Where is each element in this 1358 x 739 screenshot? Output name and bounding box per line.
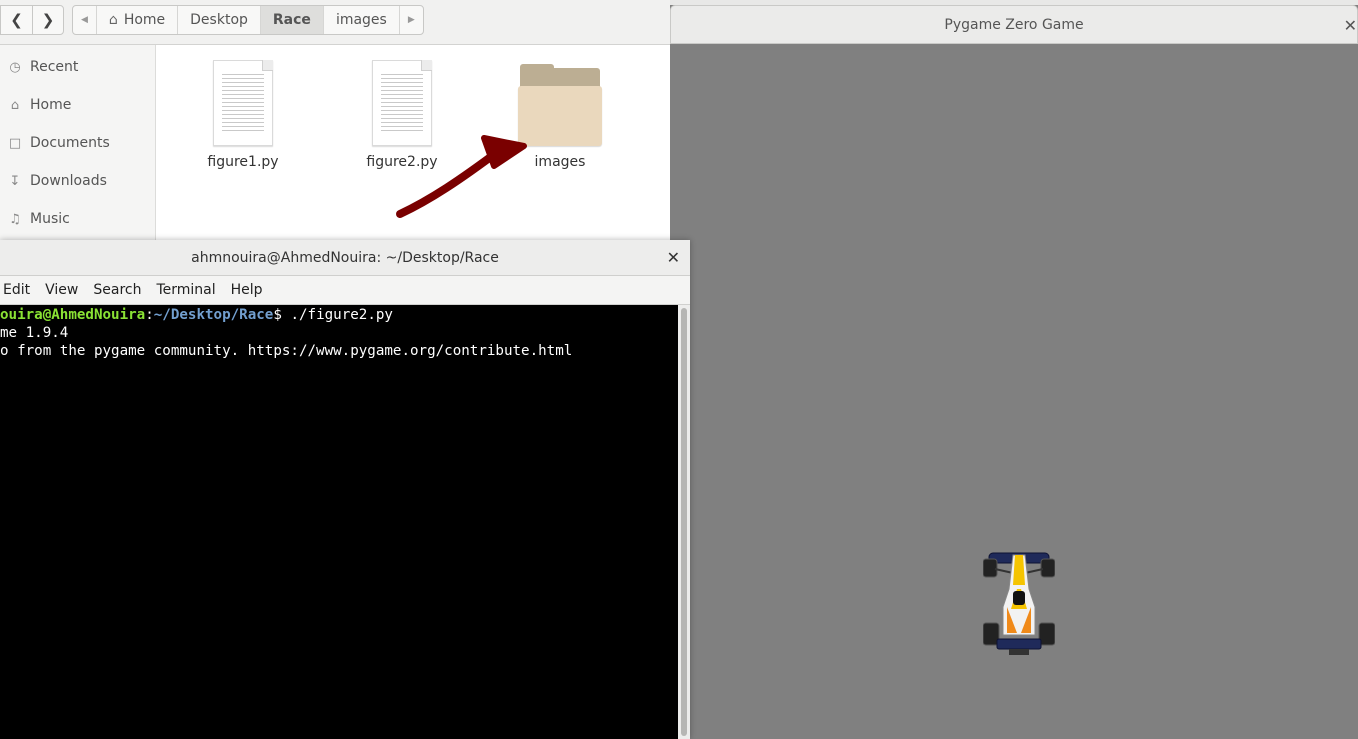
back-button[interactable]: ❮	[0, 5, 32, 35]
clock-icon: ◷	[9, 59, 21, 75]
breadcrumb-images[interactable]: images	[324, 6, 400, 34]
file-manager-window: ❮ ❯ ◀ ⌂ Home Desktop Race images ▶ ◷ Recen…	[0, 0, 670, 240]
chevron-right-icon: ❯	[41, 11, 55, 29]
breadcrumb-race[interactable]: Race	[260, 6, 324, 34]
game-canvas[interactable]	[670, 44, 1358, 739]
text-file-icon	[372, 60, 432, 146]
menu-search[interactable]: Search	[93, 282, 141, 298]
folder-icon	[518, 62, 602, 146]
breadcrumb: ◀ ⌂ Home Desktop Race images ▶	[72, 5, 424, 35]
breadcrumb-desktop[interactable]: Desktop	[178, 6, 261, 34]
breadcrumb-right-arrow[interactable]: ▶	[400, 6, 423, 34]
download-icon: ↧	[9, 173, 21, 189]
terminal-output-line: me 1.9.4	[0, 325, 69, 341]
terminal-output[interactable]: ouira@AhmedNouira:~/Desktop/Race$ ./figu…	[0, 305, 678, 739]
sidebar-item-home[interactable]: ⌂ Home	[6, 95, 71, 115]
pygame-titlebar[interactable]: Pygame Zero Game ✕	[670, 5, 1358, 44]
home-icon: ⌂	[10, 97, 20, 113]
text-file-icon	[213, 60, 273, 146]
file-item-figure1[interactable]: figure1.py	[188, 60, 298, 170]
home-icon: ⌂	[108, 12, 118, 28]
sidebar: ◷ Recent ⌂ Home □ Documents ↧ Downloads ♫ Mus…	[0, 45, 156, 240]
menu-terminal[interactable]: Terminal	[156, 282, 215, 298]
file-manager-header: ❮ ❯ ◀ ⌂ Home Desktop Race images ▶	[0, 0, 670, 45]
terminal-window: ahmnouira@AhmedNouira: ~/Desktop/Race ✕ …	[0, 240, 690, 739]
terminal-prompt-line: ouira@AhmedNouira:~/Desktop/Race$ ./figu…	[0, 307, 393, 323]
terminal-menubar: Edit View Search Terminal Help	[0, 276, 690, 305]
sidebar-item-recent[interactable]: ◷ Recent	[6, 57, 78, 77]
menu-help[interactable]: Help	[231, 282, 263, 298]
close-icon[interactable]: ✕	[1344, 6, 1357, 45]
race-car-sprite	[983, 552, 1055, 655]
document-icon: □	[8, 135, 22, 151]
menu-view[interactable]: View	[45, 282, 78, 298]
file-item-figure2[interactable]: figure2.py	[347, 60, 457, 170]
pygame-window: Pygame Zero Game ✕	[670, 5, 1358, 739]
sidebar-item-music[interactable]: ♫ Music	[6, 209, 70, 229]
scrollbar-thumb[interactable]	[681, 308, 687, 736]
menu-edit[interactable]: Edit	[3, 282, 30, 298]
music-icon: ♫	[9, 211, 21, 227]
close-icon[interactable]: ✕	[667, 240, 680, 276]
chevron-left-icon: ❮	[10, 11, 23, 29]
terminal-scrollbar[interactable]	[678, 305, 690, 739]
terminal-titlebar[interactable]: ahmnouira@AhmedNouira: ~/Desktop/Race ✕	[0, 240, 690, 276]
breadcrumb-left-arrow[interactable]: ◀	[73, 6, 97, 34]
terminal-output-line: o from the pygame community. https://www…	[0, 343, 573, 359]
sidebar-item-downloads[interactable]: ↧ Downloads	[6, 171, 107, 191]
sidebar-item-documents[interactable]: □ Documents	[6, 133, 110, 153]
forward-button[interactable]: ❯	[32, 5, 64, 35]
breadcrumb-home[interactable]: ⌂ Home	[97, 6, 179, 34]
file-item-images-folder[interactable]: images	[505, 62, 615, 170]
